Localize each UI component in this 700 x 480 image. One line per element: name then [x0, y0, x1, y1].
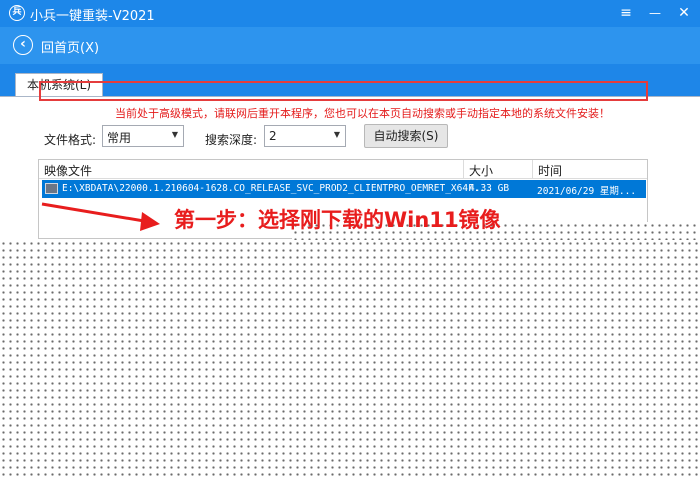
column-header-file[interactable]: 映像文件	[44, 162, 92, 179]
column-divider	[532, 160, 533, 178]
depth-select[interactable]: 2 ▼	[264, 125, 346, 147]
row-file-path: E:\XBDATA\22000.1.210604-1628.CO_RELEASE…	[62, 183, 491, 194]
back-home-button[interactable]: 回首页(X)	[41, 37, 99, 56]
mode-notice: 当前处于高级模式，请联网后重开本程序，您也可以在本页自动搜索或手动指定本地的系统…	[115, 107, 610, 120]
back-arrow-icon[interactable]: ‹	[13, 35, 33, 55]
red-arrow-icon	[41, 202, 160, 231]
depth-label: 搜索深度:	[205, 133, 258, 147]
format-select[interactable]: 常用 ▼	[102, 125, 184, 147]
menu-icon[interactable]: ≡	[615, 3, 637, 23]
minimize-button[interactable]: —	[644, 3, 666, 23]
format-label: 文件格式:	[44, 133, 97, 147]
nav-bar: ‹ 回首页(X)	[0, 27, 700, 64]
dotted-overlay	[0, 240, 700, 480]
step-annotation: 第一步：选择刚下载的Win11镜像	[174, 208, 501, 232]
close-button[interactable]: ✕	[673, 3, 695, 23]
title-bar: 兵 小兵一键重装-V2021 ≡ — ✕	[0, 0, 700, 27]
disk-image-icon	[45, 183, 58, 194]
column-header-size[interactable]: 大小	[469, 162, 493, 179]
auto-search-button[interactable]: 自动搜索(S)	[364, 124, 448, 148]
chevron-down-icon: ▼	[333, 130, 340, 139]
table-row[interactable]: E:\XBDATA\22000.1.210604-1628.CO_RELEASE…	[42, 180, 646, 198]
chevron-down-icon: ▼	[171, 130, 178, 139]
column-header-time[interactable]: 时间	[538, 162, 562, 179]
table-header: 映像文件 大小 时间	[39, 160, 647, 179]
column-divider	[463, 160, 464, 178]
depth-value: 2	[269, 129, 277, 143]
app-title: 小兵一键重装-V2021	[30, 9, 155, 24]
app-logo-icon: 兵	[9, 5, 25, 21]
row-time: 2021/06/29 星期...	[537, 186, 637, 197]
format-value: 常用	[107, 131, 132, 145]
selection-highlight-box	[39, 81, 648, 101]
row-size: 4.33 GB	[469, 183, 510, 194]
